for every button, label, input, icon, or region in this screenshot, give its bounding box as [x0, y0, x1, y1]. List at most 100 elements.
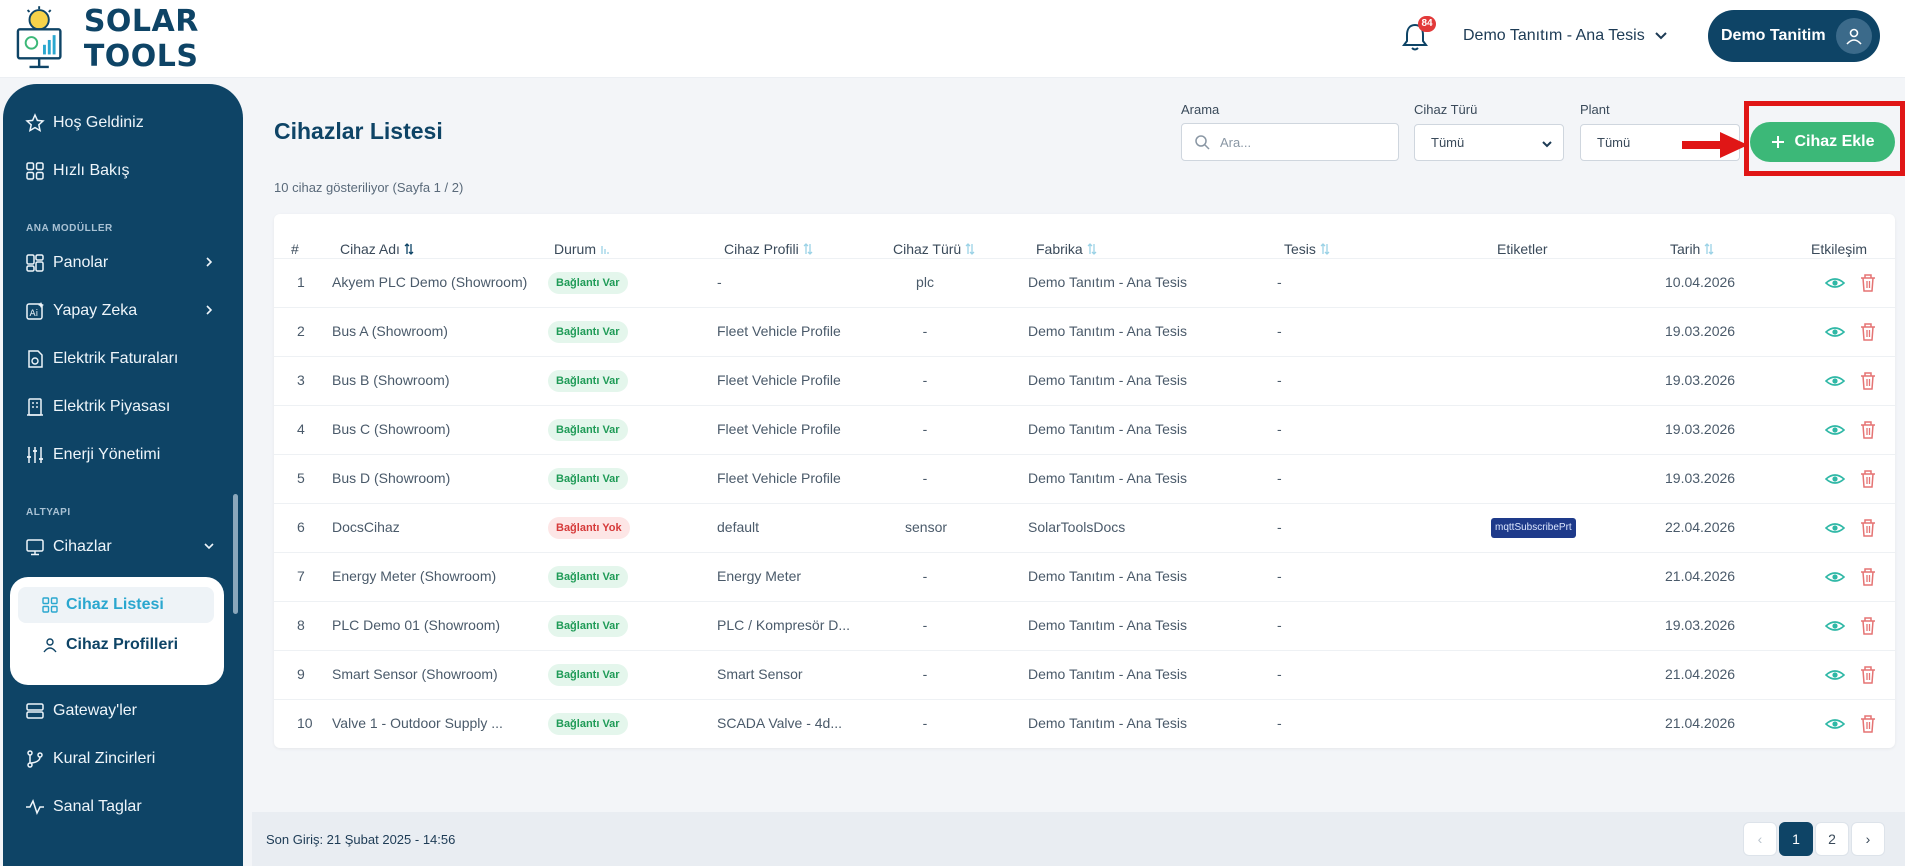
- sidebar-item-gateways[interactable]: Gateway'ler: [25, 696, 215, 726]
- sidebar-item-electric-market[interactable]: Elektrik Piyasası: [25, 392, 215, 422]
- device-factory: Demo Tanıtım - Ana Tesis: [1028, 666, 1187, 682]
- search-icon: [1195, 135, 1210, 150]
- view-eye-icon[interactable]: [1825, 420, 1845, 440]
- status-badge: Bağlantı Var: [548, 468, 628, 490]
- sidebar-item-label: Gateway'ler: [53, 702, 137, 719]
- device-name: Bus B (Showroom): [332, 372, 450, 388]
- chevron-right-icon: [206, 257, 213, 267]
- header-label: Fabrika: [1036, 241, 1083, 257]
- device-type: -: [922, 421, 928, 437]
- view-eye-icon[interactable]: [1825, 665, 1845, 685]
- trash-icon[interactable]: [1859, 371, 1877, 391]
- pager-next-button[interactable]: ›: [1851, 822, 1885, 856]
- sidebar-item-rule-chains[interactable]: Kural Zincirleri: [25, 744, 215, 774]
- activity-icon: [26, 799, 44, 815]
- table-row[interactable]: 6 DocsCihaz default sensor SolarToolsDocs - 22…: [274, 503, 1895, 552]
- plant-selector[interactable]: Demo Tanıtım - Ana Tesis: [1463, 24, 1667, 48]
- row-index: 6: [297, 519, 305, 535]
- table-row[interactable]: 7 Energy Meter (Showroom) Energy Meter - Dem…: [274, 552, 1895, 601]
- chevron-down-icon: [1542, 141, 1552, 148]
- sidebar-item-welcome[interactable]: Hoş Geldiniz: [25, 108, 215, 138]
- sidebar-item-devices[interactable]: Cihazlar: [25, 532, 215, 562]
- header-label: #: [291, 241, 299, 257]
- sidebar-item-virtual-tags[interactable]: Sanal Taglar: [25, 792, 215, 822]
- sort-icon: [803, 243, 813, 255]
- table-row[interactable]: 5 Bus D (Showroom) Fleet Vehicle Profile - D…: [274, 454, 1895, 503]
- view-eye-icon[interactable]: [1825, 616, 1845, 636]
- row-index: 7: [297, 568, 305, 584]
- notification-count-badge: 84: [1418, 16, 1436, 32]
- device-date: 21.04.2026: [1665, 568, 1736, 584]
- sidebar-item-label: Enerji Yönetimi: [53, 446, 161, 463]
- sort-icon: [965, 243, 975, 255]
- trash-icon[interactable]: [1859, 567, 1877, 587]
- sidebar-item-electric-bills[interactable]: Elektrik Faturaları: [25, 344, 215, 374]
- pager-prev-button[interactable]: ‹: [1743, 822, 1777, 856]
- device-profile: Fleet Vehicle Profile: [717, 470, 841, 486]
- device-date: 19.03.2026: [1665, 421, 1736, 437]
- row-index: 9: [297, 666, 305, 682]
- sidebar-item-label: Kural Zincirleri: [53, 750, 156, 767]
- devices-submenu: Cihaz Listesi Cihaz Profilleri: [10, 577, 224, 685]
- device-site: -: [1277, 372, 1282, 388]
- sidebar-item-ai[interactable]: Ai Yapay Zeka: [25, 296, 215, 326]
- submenu-item-device-list[interactable]: Cihaz Listesi: [18, 587, 214, 623]
- sidebar-item-quick-view[interactable]: Hızlı Bakış: [25, 156, 215, 186]
- header-label: Cihaz Profili: [724, 241, 799, 257]
- view-eye-icon[interactable]: [1825, 273, 1845, 293]
- device-factory: SolarToolsDocs: [1028, 519, 1126, 535]
- device-type: -: [922, 323, 928, 339]
- submenu-item-label: Cihaz Listesi: [66, 596, 164, 613]
- trash-icon[interactable]: [1859, 518, 1877, 538]
- device-profile: SCADA Valve - 4d...: [717, 715, 843, 731]
- view-eye-icon[interactable]: [1825, 714, 1845, 734]
- submenu-item-device-profiles[interactable]: Cihaz Profilleri: [18, 627, 214, 663]
- trash-icon[interactable]: [1859, 273, 1877, 293]
- table-row[interactable]: 9 Smart Sensor (Showroom) Smart Sensor - Dem…: [274, 650, 1895, 699]
- trash-icon[interactable]: [1859, 322, 1877, 342]
- search-input[interactable]: Ara...: [1181, 123, 1399, 161]
- view-eye-icon[interactable]: [1825, 371, 1845, 391]
- device-name: Smart Sensor (Showroom): [332, 666, 498, 682]
- sidebar-item-label: Yapay Zeka: [53, 302, 138, 319]
- brand-logo[interactable]: SOLAR TOOLS: [16, 4, 316, 74]
- submenu-item-label: Cihaz Profilleri: [66, 636, 179, 653]
- pager-page-1[interactable]: 1: [1779, 822, 1813, 856]
- device-date: 10.04.2026: [1665, 274, 1736, 290]
- view-eye-icon[interactable]: [1825, 518, 1845, 538]
- device-name: Bus A (Showroom): [332, 323, 448, 339]
- table-row[interactable]: 2 Bus A (Showroom) Fleet Vehicle Profile - D…: [274, 307, 1895, 356]
- table-row[interactable]: 10 Valve 1 - Outdoor Supply ... SCADA Valv…: [274, 699, 1895, 748]
- trash-icon[interactable]: [1859, 420, 1877, 440]
- device-date: 19.03.2026: [1665, 323, 1736, 339]
- row-index: 4: [297, 421, 305, 437]
- sidebar-item-energy-management[interactable]: Enerji Yönetimi: [25, 440, 215, 470]
- sidebar-scrollbar[interactable]: [233, 494, 238, 614]
- view-eye-icon[interactable]: [1825, 322, 1845, 342]
- trash-icon[interactable]: [1859, 469, 1877, 489]
- table-row[interactable]: 8 PLC Demo 01 (Showroom) PLC / Kompresör D…: [274, 601, 1895, 650]
- notifications-button[interactable]: 84: [1402, 16, 1436, 52]
- trash-icon[interactable]: [1859, 665, 1877, 685]
- trash-icon[interactable]: [1859, 616, 1877, 636]
- status-badge: Bağlantı Var: [548, 419, 628, 441]
- pager-page-2[interactable]: 2: [1815, 822, 1849, 856]
- user-menu-button[interactable]: Demo Tanitim: [1708, 10, 1880, 62]
- table-row[interactable]: 1 Akyem PLC Demo (Showroom) - plc Demo Tanıt…: [274, 258, 1895, 307]
- device-type: plc: [916, 274, 934, 290]
- table-row[interactable]: 4 Bus C (Showroom) Fleet Vehicle Profile - D…: [274, 405, 1895, 454]
- trash-icon[interactable]: [1859, 714, 1877, 734]
- sliders-icon: [27, 447, 43, 463]
- status-badge: Bağlantı Var: [548, 272, 628, 294]
- device-name: Bus D (Showroom): [332, 470, 451, 486]
- table-row[interactable]: 3 Bus B (Showroom) Fleet Vehicle Profile - D…: [274, 356, 1895, 405]
- device-type-select[interactable]: Tümü: [1414, 124, 1564, 161]
- svg-text:Ai: Ai: [30, 309, 39, 319]
- device-factory: Demo Tanıtım - Ana Tesis: [1028, 568, 1187, 584]
- sidebar-item-dashboards[interactable]: Panolar: [25, 248, 215, 278]
- view-eye-icon[interactable]: [1825, 469, 1845, 489]
- sidebar-section-infra: ALTYAPI: [26, 507, 71, 518]
- view-eye-icon[interactable]: [1825, 567, 1845, 587]
- search-label: Arama: [1181, 102, 1220, 117]
- tag-chip[interactable]: mqttSubscribePrt: [1491, 518, 1576, 538]
